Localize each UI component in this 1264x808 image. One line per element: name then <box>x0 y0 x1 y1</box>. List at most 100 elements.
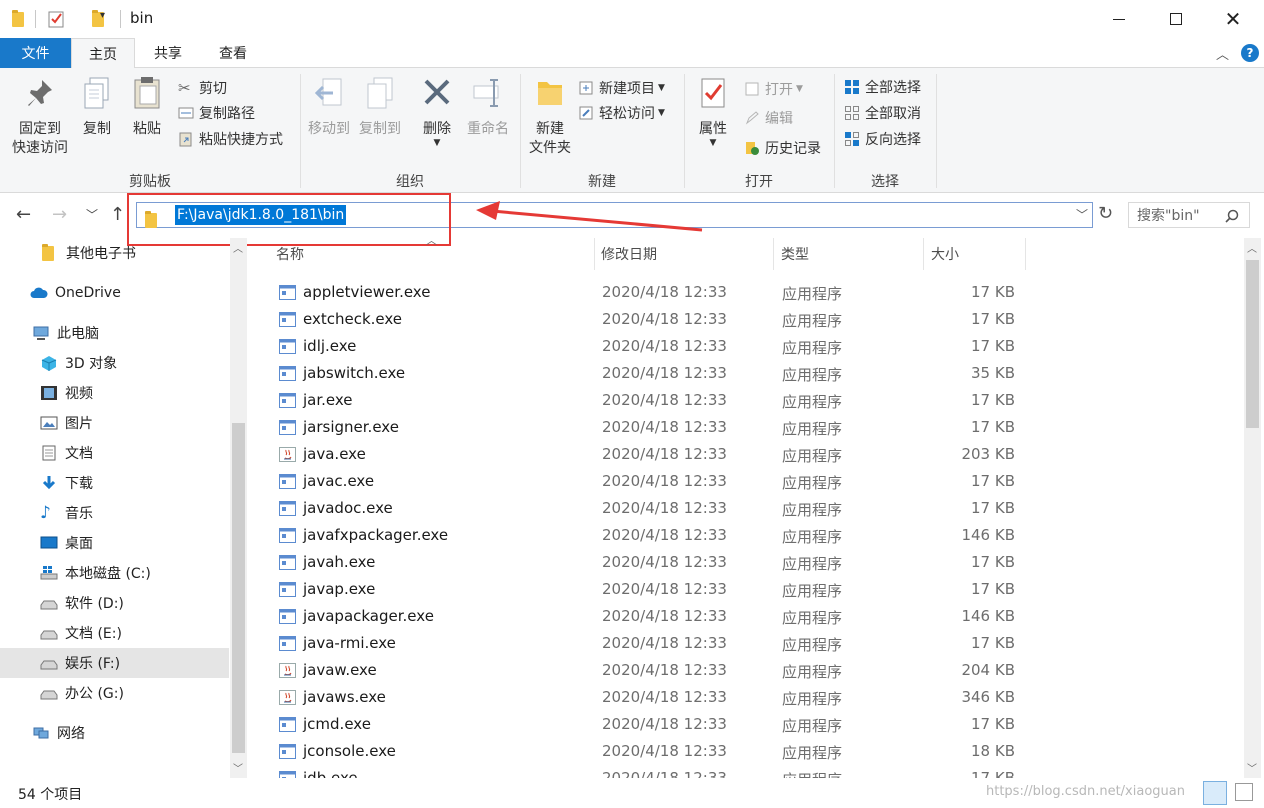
table-row[interactable]: javah.exe 2020/4/18 12:33 应用程序 17 KB <box>271 549 1031 576</box>
file-list-scrollbar[interactable]: ︿ ﹀ <box>1244 238 1261 778</box>
copy-to-button[interactable]: 复制到 <box>354 74 406 139</box>
select-all-icon <box>845 80 859 94</box>
exe-icon <box>279 339 296 354</box>
exe-icon <box>279 555 296 570</box>
table-row[interactable]: jar.exe 2020/4/18 12:33 应用程序 17 KB <box>271 387 1031 414</box>
copy-path-icon <box>178 107 194 119</box>
exe-icon <box>279 312 296 327</box>
table-row[interactable]: javac.exe 2020/4/18 12:33 应用程序 17 KB <box>271 468 1031 495</box>
table-row[interactable]: java-rmi.exe 2020/4/18 12:33 应用程序 17 KB <box>271 630 1031 657</box>
select-all-button[interactable]: 全部选择 <box>844 75 921 99</box>
column-header-type[interactable]: 类型 <box>775 238 923 270</box>
maximize-button[interactable] <box>1147 0 1205 38</box>
rename-button[interactable]: 重命名 <box>462 74 514 139</box>
java-icon <box>279 690 296 705</box>
file-list-scroll-thumb[interactable] <box>1246 260 1259 428</box>
clipboard-icon <box>134 77 160 109</box>
back-arrow-icon[interactable]: ← <box>16 204 31 225</box>
pin-quick-access-button[interactable]: 固定到 快速访问 <box>8 74 72 158</box>
table-row[interactable]: javapackager.exe 2020/4/18 12:33 应用程序 146 K… <box>271 603 1031 630</box>
invert-selection-button[interactable]: 反向选择 <box>844 127 921 151</box>
table-row[interactable]: jdb.exe2020/4/18 12:33应用程序17 KB <box>271 765 1031 778</box>
column-header-size[interactable]: 大小 <box>925 238 1025 270</box>
history-button[interactable]: 历史记录 <box>744 136 821 160</box>
open-button[interactable]: 打开 ▼ <box>744 77 803 101</box>
watermark: https://blog.csdn.net/xiaoguan <box>986 784 1185 799</box>
scroll-up-icon[interactable]: ︿ <box>1247 240 1257 255</box>
pin-icon <box>28 80 52 106</box>
new-folder-button[interactable]: 新建 文件夹 <box>524 74 576 158</box>
table-row[interactable]: jcmd.exe 2020/4/18 12:33 应用程序 17 KB <box>271 711 1031 738</box>
scroll-down-icon[interactable]: ﹀ <box>1247 760 1257 775</box>
column-header-date[interactable]: 修改日期 <box>595 238 773 270</box>
minimize-button[interactable] <box>1090 0 1148 38</box>
collapse-ribbon-icon[interactable]: ︿ <box>1216 44 1229 63</box>
customize-toolbar-icon[interactable]: ▾ <box>100 10 105 21</box>
help-icon[interactable]: ? <box>1241 44 1259 62</box>
chevron-down-icon: ▼ <box>709 138 717 148</box>
exe-icon <box>279 636 296 651</box>
chevron-down-icon: ▼ <box>658 83 665 93</box>
new-item-icon <box>579 81 593 95</box>
paste-shortcut-icon <box>179 132 192 147</box>
table-row[interactable]: appletviewer.exe 2020/4/18 12:33 应用程序 17 KB <box>271 279 1031 306</box>
column-header-name[interactable]: 名称 <box>270 238 594 270</box>
table-row[interactable]: javap.exe 2020/4/18 12:33 应用程序 17 KB <box>271 576 1031 603</box>
tab-share[interactable]: 共享 <box>136 38 200 68</box>
select-none-button[interactable]: 全部取消 <box>844 101 921 125</box>
exe-icon <box>279 285 296 300</box>
ribbon: 固定到 快速访问 复制 粘贴 ✂ 剪切 复制路径 粘贴快捷方式 剪贴板 移动到 复… <box>0 68 1264 193</box>
close-icon: ✕ <box>1224 7 1242 31</box>
table-row[interactable]: javaws.exe 2020/4/18 12:33 应用程序 346 KB <box>271 684 1031 711</box>
group-label-new: 新建 <box>588 174 616 190</box>
tab-file[interactable]: 文件 <box>0 38 71 68</box>
table-row[interactable]: java.exe 2020/4/18 12:33 应用程序 203 KB <box>271 441 1031 468</box>
easy-access-button[interactable]: 轻松访问 ▼ <box>578 101 665 125</box>
exe-icon <box>279 501 296 516</box>
delete-button[interactable]: 删除 ▼ <box>414 74 460 148</box>
copy-path-button[interactable]: 复制路径 <box>178 101 255 125</box>
table-row[interactable]: javaw.exe 2020/4/18 12:33 应用程序 204 KB <box>271 657 1031 684</box>
java-icon <box>279 663 296 678</box>
close-button[interactable]: ✕ <box>1204 0 1262 38</box>
details-view-icon[interactable] <box>1203 781 1227 805</box>
properties-icon[interactable] <box>48 10 65 28</box>
edit-button[interactable]: 编辑 <box>744 106 793 130</box>
paste-button[interactable]: 粘贴 <box>122 74 172 139</box>
sidebar-item-ebooks[interactable]: 其他电子书 <box>42 238 136 268</box>
move-to-button[interactable]: 移动到 <box>304 74 354 139</box>
address-dropdown-icon[interactable]: ﹀ <box>1076 206 1088 223</box>
cut-button[interactable]: ✂ 剪切 <box>178 76 227 100</box>
delete-icon <box>424 79 450 105</box>
maximize-icon <box>1170 13 1182 25</box>
exe-icon <box>279 474 296 489</box>
search-icon[interactable] <box>1225 209 1239 223</box>
open-icon <box>745 82 759 96</box>
edit-icon <box>745 111 759 125</box>
copy-button[interactable]: 复制 <box>72 74 122 139</box>
scissors-icon: ✂ <box>178 79 191 97</box>
new-item-button[interactable]: 新建项目 ▼ <box>578 76 665 100</box>
table-row[interactable]: jabswitch.exe 2020/4/18 12:33 应用程序 35 KB <box>271 360 1031 387</box>
scroll-up-icon[interactable]: ︿ <box>233 240 243 255</box>
table-row[interactable]: idlj.exe 2020/4/18 12:33 应用程序 17 KB <box>271 333 1031 360</box>
recent-locations-chevron-icon[interactable]: ﹀ <box>86 206 98 223</box>
tab-view[interactable]: 查看 <box>201 38 265 68</box>
table-row[interactable]: extcheck.exe 2020/4/18 12:33 应用程序 17 KB <box>271 306 1031 333</box>
exe-icon <box>279 366 296 381</box>
table-row[interactable]: jarsigner.exe 2020/4/18 12:33 应用程序 17 KB <box>271 414 1031 441</box>
search-placeholder: 搜索"bin" <box>1137 208 1200 224</box>
refresh-icon[interactable]: ↻ <box>1098 203 1113 224</box>
large-icons-view-icon[interactable] <box>1235 783 1253 801</box>
search-input[interactable]: 搜索"bin" <box>1128 202 1250 228</box>
status-bar: 54 个项目 https://blog.csdn.net/xiaoguan <box>0 778 1264 808</box>
paste-shortcut-button[interactable]: 粘贴快捷方式 <box>178 127 283 151</box>
table-row[interactable]: javadoc.exe 2020/4/18 12:33 应用程序 17 KB <box>271 495 1031 522</box>
table-row[interactable]: javafxpackager.exe 2020/4/18 12:33 应用程序 146… <box>271 522 1031 549</box>
table-row[interactable]: jconsole.exe 2020/4/18 12:33 应用程序 18 KB <box>271 738 1031 765</box>
properties-button[interactable]: 属性 ▼ <box>690 74 736 148</box>
exe-icon <box>279 582 296 597</box>
up-arrow-icon[interactable]: ↑ <box>110 204 125 225</box>
tab-home[interactable]: 主页 <box>71 38 135 69</box>
forward-arrow-icon[interactable]: → <box>52 204 67 225</box>
